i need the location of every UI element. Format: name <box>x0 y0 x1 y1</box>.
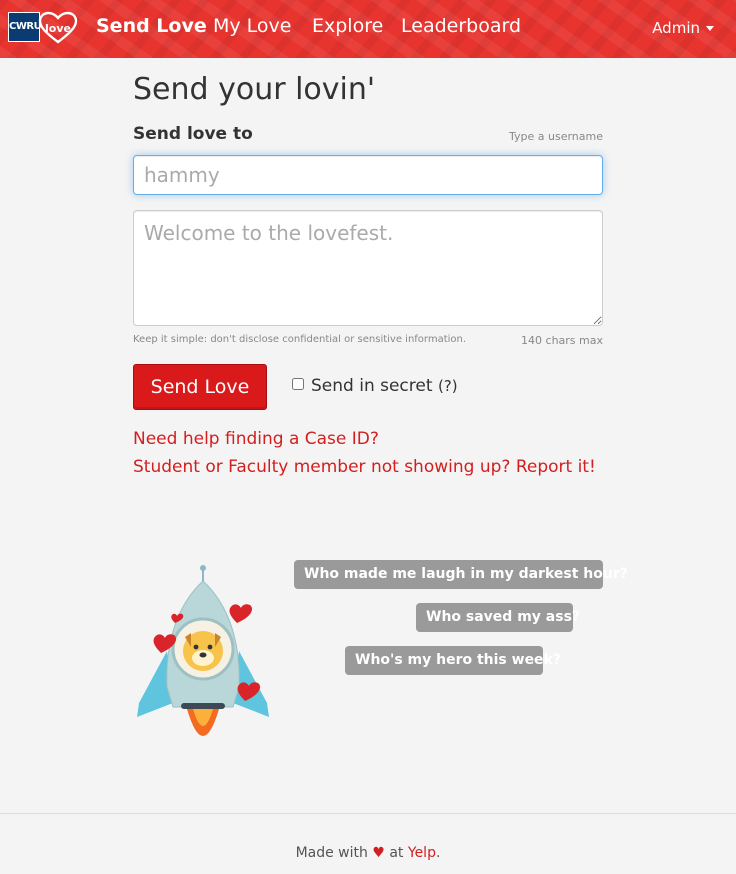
send-love-button[interactable]: Send Love <box>133 364 267 410</box>
prompt-bubble: Who saved my ass? <box>416 603 580 632</box>
report-missing-link[interactable]: Student or Faculty member not showing up… <box>133 457 596 477</box>
secret-help-link[interactable]: (?) <box>438 377 458 395</box>
yelp-link[interactable]: Yelp <box>408 845 436 861</box>
footer-made-with: Made with <box>295 845 368 861</box>
page-title: Send your lovin' <box>133 72 376 107</box>
secret-label-text: Send in secret <box>311 376 433 396</box>
footer: Made with ♥ at Yelp. <box>0 845 736 861</box>
help-text: Keep it simple: don't disclose confident… <box>133 334 467 345</box>
recipient-label: Send love to <box>133 124 253 144</box>
nav-send-love[interactable]: Send Love <box>96 15 207 37</box>
prompt-bubble: Who's my hero this week? <box>345 646 561 675</box>
navbar: CWRU love Send Love My Love Explore Lead… <box>0 0 736 58</box>
admin-label: Admin <box>652 19 700 37</box>
chars-max-label: 140 chars max <box>521 334 603 347</box>
case-id-help-link[interactable]: Need help finding a Case ID? <box>133 429 379 449</box>
recipient-hint: Type a username <box>509 130 603 143</box>
logo-love-text: love <box>45 22 71 35</box>
send-in-secret-checkbox[interactable] <box>292 378 304 390</box>
caret-down-icon <box>706 26 714 31</box>
recipient-input[interactable] <box>133 155 603 195</box>
footer-at: at <box>389 845 404 861</box>
nav-leaderboard[interactable]: Leaderboard <box>401 15 521 37</box>
cwru-love-logo[interactable]: CWRU love <box>8 11 78 45</box>
heart-icon: ♥ <box>372 845 385 861</box>
prompt-bubble: Who made me laugh in my darkest hour? <box>294 560 628 589</box>
logo-heart-icon: love <box>38 11 78 44</box>
message-textarea[interactable] <box>133 210 603 326</box>
footer-divider <box>0 813 736 814</box>
nav-explore[interactable]: Explore <box>312 15 383 37</box>
admin-dropdown[interactable]: Admin <box>652 19 714 37</box>
send-in-secret-label[interactable]: Send in secret (?) <box>311 376 458 396</box>
nav-my-love[interactable]: My Love <box>213 15 292 37</box>
rocket-illustration <box>137 565 269 736</box>
logo-cwru-box: CWRU <box>8 12 42 42</box>
footer-period: . <box>435 845 441 861</box>
